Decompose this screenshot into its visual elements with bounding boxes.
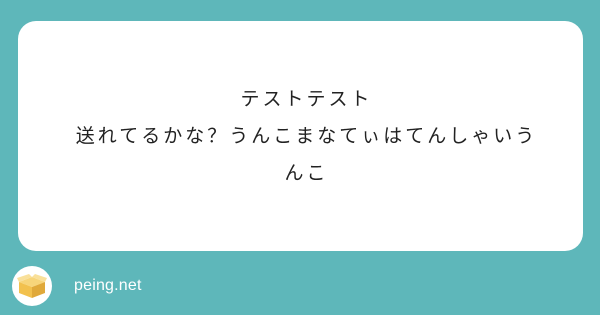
box-icon	[12, 266, 52, 306]
box-icon-graphic	[17, 274, 47, 298]
footer: peing.net	[12, 266, 142, 306]
question-body-line-2: んこ	[284, 162, 329, 184]
question-body-line-1: 送れてるかな？うんこまなてぃはてんしゃいう	[75, 125, 538, 147]
question-title: テストテスト	[240, 88, 373, 110]
question-message: テストテスト 送れてるかな？うんこまなてぃはてんしゃいう んこ	[50, 81, 563, 192]
question-card: テストテスト 送れてるかな？うんこまなてぃはてんしゃいう んこ	[18, 21, 583, 251]
site-name: peing.net	[74, 277, 142, 294]
